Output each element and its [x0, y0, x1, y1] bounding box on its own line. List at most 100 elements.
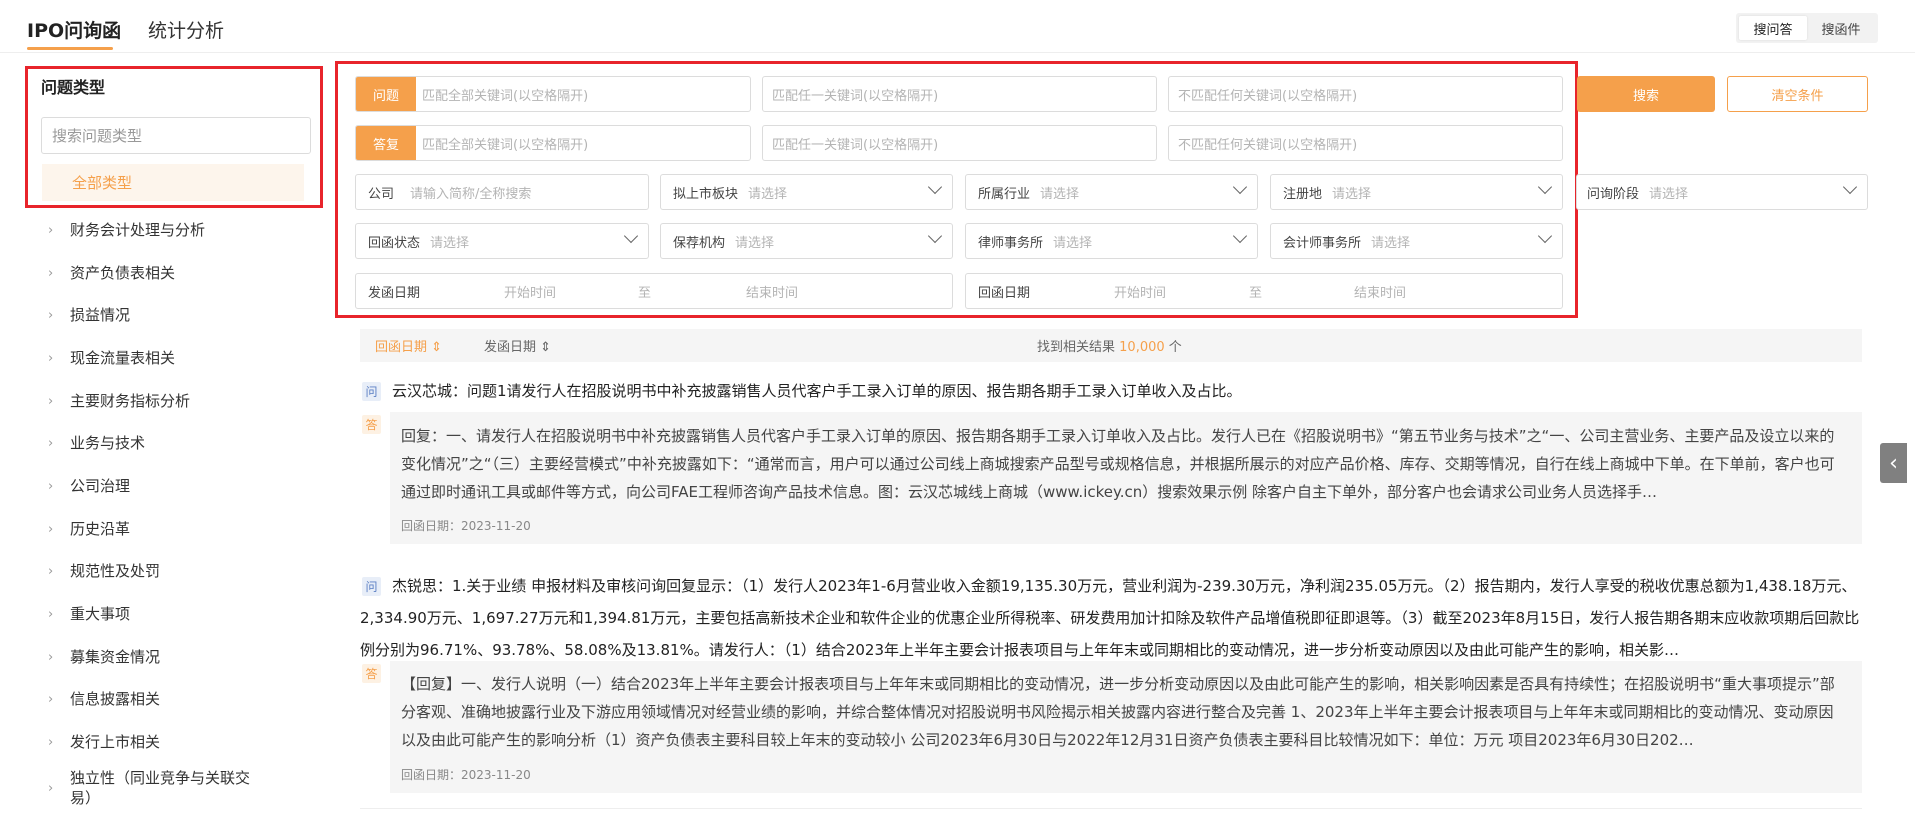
tab-ipo-inquiry[interactable]: IPO问询函: [27, 16, 121, 43]
sidebar-item[interactable]: › 历史沿革: [28, 512, 324, 546]
law-firm-label: 律师事务所: [978, 235, 1044, 251]
search-button[interactable]: 搜索: [1577, 76, 1715, 112]
chevron-right-icon: ›: [48, 350, 54, 366]
chevron-right-icon: ›: [48, 478, 54, 494]
question-pill: 问题: [356, 77, 416, 111]
chevron-right-icon: ›: [48, 691, 54, 707]
tab-statistics[interactable]: 统计分析: [148, 16, 224, 43]
sidebar-item[interactable]: › 信息披露相关: [28, 682, 324, 716]
sidebar-item[interactable]: › 损益情况: [28, 298, 324, 332]
sidebar-item[interactable]: › 财务会计处理与分析: [28, 213, 324, 247]
mode-search-qa[interactable]: 搜问答: [1739, 16, 1807, 40]
sidebar-item-label: 主要财务指标分析: [70, 392, 191, 410]
law-firm-select[interactable]: 律师事务所 请选择: [965, 223, 1258, 259]
sidebar-item-label: 业务与技术: [70, 434, 146, 452]
sidebar-item-label: 独立性（同业竞争与关联交易）: [70, 769, 251, 807]
sort-updown-icon: ⇕: [540, 340, 552, 355]
issue-date-start[interactable]: 开始时间: [504, 282, 638, 301]
sidebar-item[interactable]: › 募集资金情况: [28, 640, 324, 674]
chevron-down-icon: [1232, 179, 1248, 195]
sidebar-item-label: 募集资金情况: [70, 648, 161, 666]
question-keyword-any-input[interactable]: 匹配任一关键词(以空格隔开): [762, 76, 1157, 112]
chevron-down-icon: [623, 228, 639, 244]
reply-date-start[interactable]: 开始时间: [1114, 282, 1249, 301]
question-keyword-all-field[interactable]: 问题 匹配全部关键词(以空格隔开): [355, 76, 751, 112]
issue-date-end[interactable]: 结束时间: [746, 282, 798, 301]
inquiry-stage-select[interactable]: 问询阶段 请选择: [1576, 174, 1868, 210]
answer-keyword-all-field[interactable]: 答复 匹配全部关键词(以空格隔开): [355, 125, 751, 161]
result-answer[interactable]: 回复：一、请发行人在招股说明书中补充披露销售人员代客户手工录入订单的原因、报告期…: [401, 422, 1848, 506]
issue-date-to: 至: [638, 285, 652, 301]
search-mode-toggle: 搜问答 搜函件: [1736, 13, 1878, 43]
answer-keyword-none-input[interactable]: 不匹配任何关键词(以空格隔开): [1168, 125, 1563, 161]
board-label: 拟上市板块: [673, 186, 739, 202]
chevron-down-icon: [1537, 179, 1553, 195]
sidebar-item[interactable]: › 主要财务指标分析: [28, 384, 324, 418]
result-answer[interactable]: 【回复】一、发行人说明（一）结合2023年上半年主要会计报表项目与上年年末或同期…: [401, 670, 1848, 754]
accounting-firm-placeholder: 请选择: [1371, 235, 1411, 251]
sidebar-item-label: 公司治理: [70, 477, 131, 495]
sidebar-item-label: 重大事项: [70, 605, 131, 623]
chevron-right-icon: ›: [48, 563, 54, 579]
collapse-panel-handle[interactable]: ‹: [1880, 443, 1907, 483]
chevron-down-icon: [1232, 228, 1248, 244]
active-tab-underline: [27, 47, 113, 50]
result-question[interactable]: 杰锐思：1.关于业绩 申报材料及审核问询回复显示：（1）发行人2023年1-6月…: [360, 570, 1862, 666]
sidebar-item[interactable]: › 现金流量表相关: [28, 341, 324, 375]
accounting-firm-select[interactable]: 会计师事务所 请选择: [1270, 223, 1563, 259]
issue-date-label: 发函日期: [368, 285, 421, 301]
sponsor-select[interactable]: 保荐机构 请选择: [660, 223, 953, 259]
reply-date-range[interactable]: 回函日期 开始时间 至 结束时间: [965, 273, 1563, 309]
inquiry-stage-label: 问询阶段: [1587, 186, 1640, 202]
chevron-right-icon: ›: [48, 780, 54, 796]
sidebar-item[interactable]: › 重大事项: [28, 597, 324, 631]
board-placeholder: 请选择: [748, 186, 788, 202]
sidebar-item[interactable]: › 规范性及处罚: [28, 554, 324, 588]
industry-label: 所属行业: [978, 186, 1031, 202]
sidebar-item-label: 损益情况: [70, 306, 131, 324]
sidebar-item-label: 信息披露相关: [70, 690, 161, 708]
question-keyword-all-placeholder: 匹配全部关键词(以空格隔开): [422, 88, 589, 104]
chevron-right-icon: ›: [48, 307, 54, 323]
industry-select[interactable]: 所属行业 请选择: [965, 174, 1258, 210]
answer-mark-icon: 答: [362, 664, 381, 683]
sort-bar: 回函日期 ⇕ 发函日期 ⇕ 找到相关结果 10,000 个: [360, 329, 1862, 362]
chevron-left-icon: ‹: [1889, 450, 1898, 476]
question-type-search-input[interactable]: 搜索问题类型: [41, 117, 311, 154]
sort-by-reply-date[interactable]: 回函日期 ⇕: [375, 336, 442, 355]
sidebar-item[interactable]: › 发行上市相关: [28, 725, 324, 759]
board-select[interactable]: 拟上市板块 请选择: [660, 174, 953, 210]
sidebar-item[interactable]: › 业务与技术: [28, 426, 324, 460]
chevron-down-icon: [927, 179, 943, 195]
result-question[interactable]: 云汉芯城：问题1请发行人在招股说明书中补充披露销售人员代客户手工录入订单的原因、…: [392, 375, 1862, 407]
answer-mark-icon: 答: [362, 415, 381, 434]
reply-status-label: 回函状态: [368, 235, 421, 251]
chevron-right-icon: ›: [48, 606, 54, 622]
reply-status-select[interactable]: 回函状态 请选择: [355, 223, 649, 259]
clear-conditions-button[interactable]: 清空条件: [1727, 76, 1868, 112]
issue-date-range[interactable]: 发函日期 开始时间 至 结束时间: [355, 273, 953, 309]
answer-keyword-any-input[interactable]: 匹配任一关键词(以空格隔开): [762, 125, 1157, 161]
reply-date-to: 至: [1249, 285, 1263, 301]
chevron-down-icon: [1537, 228, 1553, 244]
sponsor-label: 保荐机构: [673, 235, 726, 251]
company-placeholder: 请输入简称/全称搜索: [410, 186, 532, 202]
question-keyword-none-placeholder: 不匹配任何关键词(以空格隔开): [1178, 88, 1358, 104]
question-keyword-none-input[interactable]: 不匹配任何关键词(以空格隔开): [1168, 76, 1563, 112]
sidebar-item[interactable]: › 资产负债表相关: [28, 256, 324, 290]
chevron-right-icon: ›: [48, 435, 54, 451]
sidebar-item-all[interactable]: 全部类型: [42, 164, 304, 201]
reply-date-end[interactable]: 结束时间: [1354, 282, 1406, 301]
sort-updown-icon: ⇕: [431, 340, 443, 355]
sidebar-item[interactable]: › 独立性（同业竞争与关联交易）: [28, 765, 324, 811]
inquiry-stage-placeholder: 请选择: [1649, 186, 1689, 202]
chevron-right-icon: ›: [48, 521, 54, 537]
company-input[interactable]: 公司 请输入简称/全称搜索: [355, 174, 649, 210]
chevron-right-icon: ›: [48, 734, 54, 750]
sidebar-item[interactable]: › 公司治理: [28, 469, 324, 503]
sort-by-issue-date[interactable]: 发函日期 ⇕: [484, 336, 551, 355]
region-select[interactable]: 注册地 请选择: [1270, 174, 1563, 210]
result-reply-date: 回函日期：2023-11-20: [401, 519, 531, 533]
mode-search-letters[interactable]: 搜函件: [1807, 16, 1875, 40]
answer-keyword-none-placeholder: 不匹配任何关键词(以空格隔开): [1178, 137, 1358, 153]
